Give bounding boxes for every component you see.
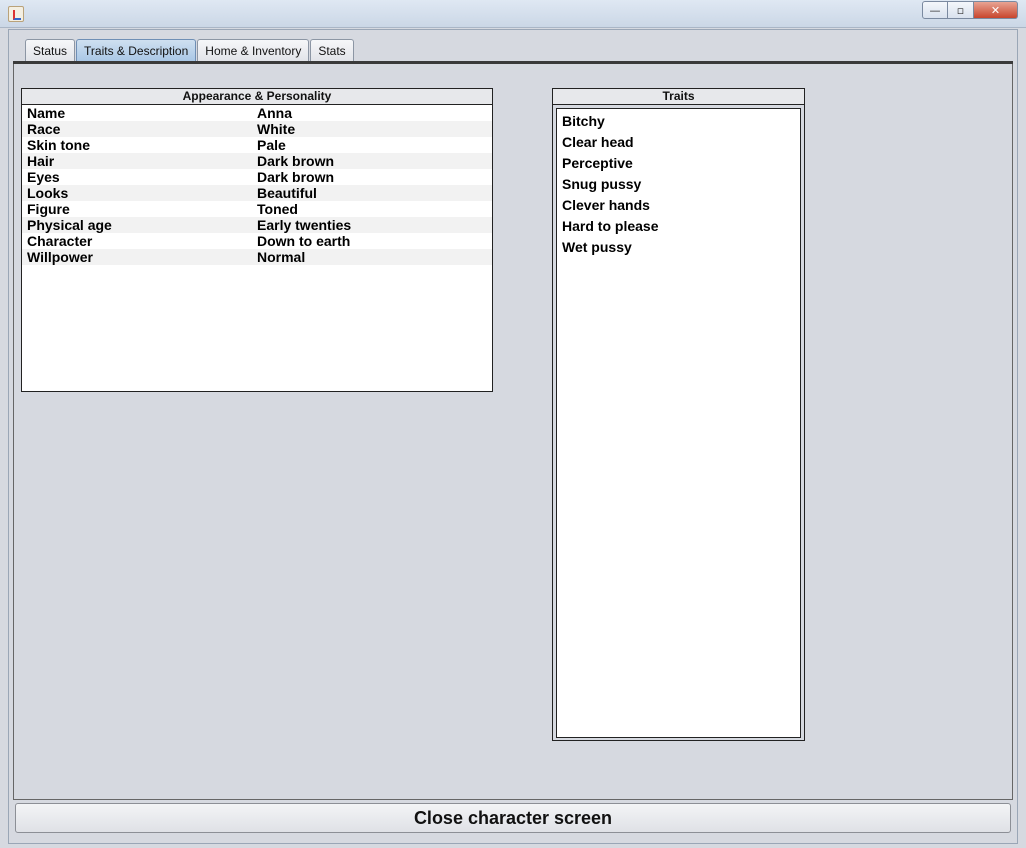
row-value: Down to earth <box>257 233 351 249</box>
list-item[interactable]: Snug pussy <box>557 174 800 195</box>
row-value: Pale <box>257 137 286 153</box>
row-value: Dark brown <box>257 153 335 169</box>
list-item[interactable]: Wet pussy <box>557 237 800 258</box>
list-item[interactable]: Bitchy <box>557 111 800 132</box>
row-label: Name <box>27 105 66 121</box>
row-label: Figure <box>27 201 70 217</box>
tab-status[interactable]: Status <box>25 39 76 61</box>
list-item[interactable]: Clever hands <box>557 195 800 216</box>
title-bar: — ▫ ✕ <box>0 0 1026 28</box>
table-row[interactable]: Eyes Dark brown <box>22 169 492 185</box>
close-window-button[interactable]: ✕ <box>974 1 1018 19</box>
close-character-screen-button[interactable]: Close character screen <box>15 803 1011 833</box>
traits-panel: Traits Bitchy Clear head Perceptive Snug… <box>552 88 805 741</box>
tab-bar: Status Traits & Description Home & Inven… <box>25 39 355 61</box>
row-value: Beautiful <box>257 185 317 201</box>
row-label: Skin tone <box>27 137 91 153</box>
appearance-table-header: Appearance & Personality <box>22 89 492 105</box>
table-row[interactable]: Figure Toned <box>22 201 492 217</box>
row-label: Willpower <box>27 249 93 265</box>
maximize-button[interactable]: ▫ <box>948 1 974 19</box>
table-row[interactable]: Race White <box>22 121 492 137</box>
row-label: Character <box>27 233 93 249</box>
tab-home-inventory[interactable]: Home & Inventory <box>197 39 310 61</box>
traits-list[interactable]: Bitchy Clear head Perceptive Snug pussy … <box>556 108 801 738</box>
row-label: Looks <box>27 185 69 201</box>
row-value: Toned <box>257 201 298 217</box>
row-value: Normal <box>257 249 306 265</box>
row-label: Hair <box>27 153 55 169</box>
window-controls: — ▫ ✕ <box>922 1 1018 19</box>
traits-panel-header: Traits <box>553 89 804 105</box>
tab-content-pane: Appearance & Personality Name Anna Race … <box>13 64 1013 800</box>
row-value: Dark brown <box>257 169 335 185</box>
table-row[interactable]: Hair Dark brown <box>22 153 492 169</box>
list-item[interactable]: Hard to please <box>557 216 800 237</box>
table-row[interactable]: Name Anna <box>22 105 492 121</box>
row-label: Physical age <box>27 217 112 233</box>
table-row[interactable]: Looks Beautiful <box>22 185 492 201</box>
appearance-table-body: Name Anna Race White Skin tone Pale Hair… <box>22 105 492 265</box>
table-row[interactable]: Physical age Early twenties <box>22 217 492 233</box>
tab-traits-description[interactable]: Traits & Description <box>76 39 197 61</box>
table-row[interactable]: Willpower Normal <box>22 249 492 265</box>
row-label: Eyes <box>27 169 60 185</box>
row-value: Anna <box>257 105 292 121</box>
appearance-table: Appearance & Personality Name Anna Race … <box>21 88 493 392</box>
table-row[interactable]: Skin tone Pale <box>22 137 492 153</box>
list-item[interactable]: Perceptive <box>557 153 800 174</box>
row-value: Early twenties <box>257 217 352 233</box>
list-item[interactable]: Clear head <box>557 132 800 153</box>
minimize-button[interactable]: — <box>922 1 948 19</box>
row-value: White <box>257 121 296 137</box>
character-window: Status Traits & Description Home & Inven… <box>8 29 1018 844</box>
table-row[interactable]: Character Down to earth <box>22 233 492 249</box>
row-label: Race <box>27 121 61 137</box>
tab-stats[interactable]: Stats <box>310 39 354 61</box>
java-app-icon <box>8 6 24 22</box>
